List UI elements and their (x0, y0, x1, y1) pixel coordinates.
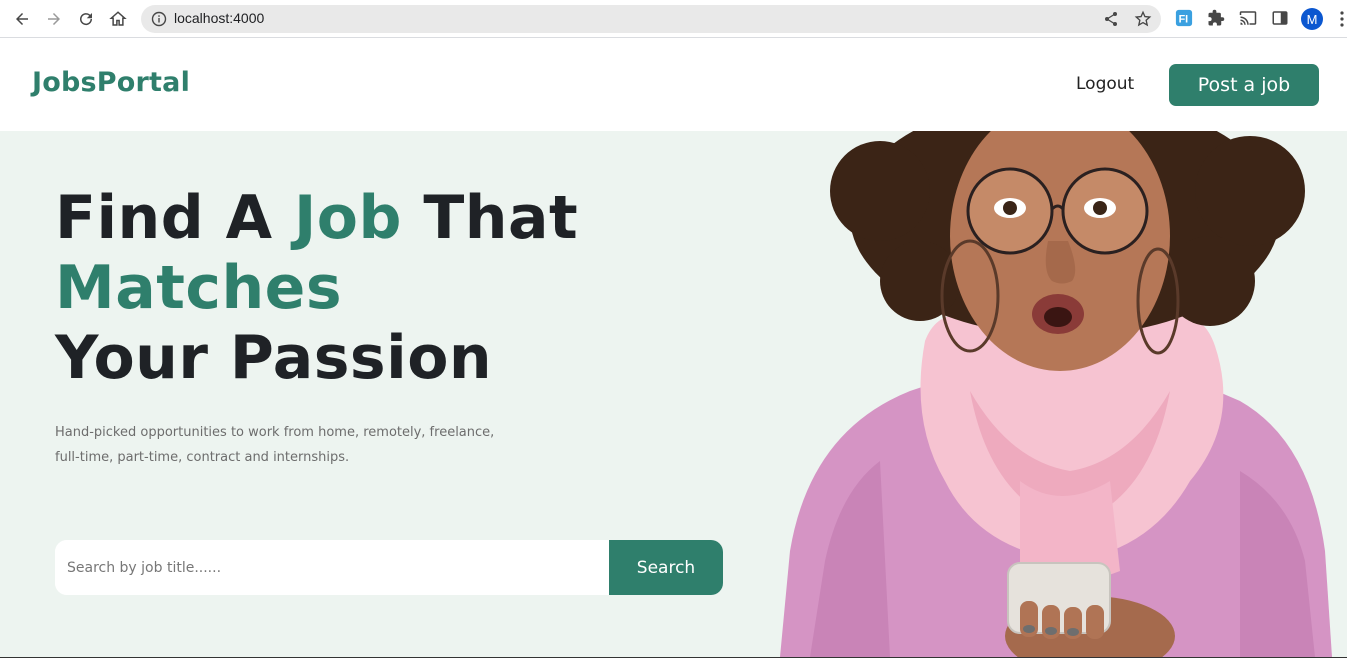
extensions-puzzle-icon[interactable] (1206, 8, 1226, 28)
share-icon[interactable] (1103, 11, 1119, 27)
headline-text: Find A (55, 183, 294, 253)
cast-icon[interactable] (1238, 8, 1258, 28)
reload-icon (80, 13, 93, 26)
browser-menu-icon[interactable] (1337, 10, 1347, 28)
headline-text: That (401, 183, 579, 253)
headline-accent-matches: Matches (55, 253, 343, 323)
hero-subtext: Hand-picked opportunities to work from h… (55, 420, 525, 470)
forward-arrow-icon (48, 13, 60, 25)
home-button[interactable] (104, 5, 132, 33)
extension-fi-icon[interactable]: FI (1174, 8, 1194, 28)
job-search-input[interactable] (55, 540, 609, 595)
site-logo[interactable]: JobsPortal (32, 67, 190, 98)
side-panel-icon[interactable] (1270, 8, 1290, 28)
hero-section: Find A Job That Matches Your Passion Han… (0, 131, 1347, 657)
headline-text: Your Passion (55, 323, 493, 393)
hero-woman-photo (780, 131, 1332, 657)
hero-headline: Find A Job That Matches Your Passion (55, 183, 578, 393)
forward-button[interactable] (40, 5, 68, 33)
job-search-form: Search (55, 540, 723, 595)
browser-toolbar: localhost:4000 FI M (0, 0, 1347, 38)
headline-accent-job: Job (293, 183, 402, 253)
home-icon (109, 11, 127, 26)
address-bar[interactable]: localhost:4000 (141, 5, 1161, 33)
url-text[interactable]: localhost:4000 (174, 10, 264, 26)
svg-text:FI: FI (1179, 14, 1189, 26)
post-job-button[interactable]: Post a job (1169, 64, 1319, 106)
reload-button[interactable] (72, 5, 100, 33)
subtext-line: full-time, part-time, contract and inter… (55, 450, 350, 465)
back-arrow-icon (16, 13, 28, 25)
subtext-line: Hand-picked opportunities to work from h… (55, 425, 495, 440)
back-button[interactable] (8, 5, 36, 33)
bookmark-star-icon[interactable] (1134, 10, 1152, 28)
site-header: JobsPortal Logout Post a job (0, 39, 1347, 131)
site-info-icon[interactable] (151, 11, 167, 27)
search-button[interactable]: Search (609, 540, 723, 595)
logout-link[interactable]: Logout (1076, 74, 1134, 94)
profile-avatar[interactable]: M (1301, 8, 1323, 30)
